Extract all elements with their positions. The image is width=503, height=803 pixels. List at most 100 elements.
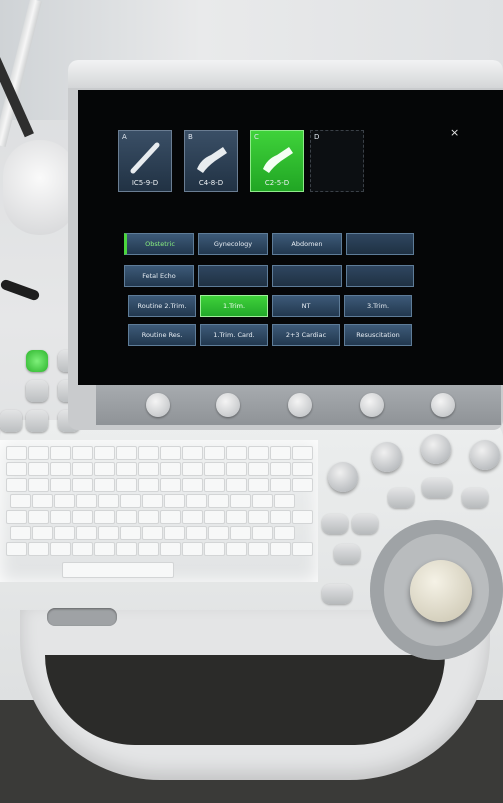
keyboard-key[interactable]	[248, 542, 269, 556]
probe-tile-d[interactable]: D	[310, 130, 364, 192]
keyboard-key[interactable]	[182, 462, 203, 476]
keyboard-key[interactable]	[186, 494, 207, 508]
preset-routine-res[interactable]: Routine Res.	[128, 324, 196, 346]
keyboard-key[interactable]	[54, 526, 75, 540]
keyboard-key[interactable]	[292, 446, 313, 460]
keyboard-key[interactable]	[50, 478, 71, 492]
keyboard-key[interactable]	[164, 494, 185, 508]
keyboard-key[interactable]	[116, 510, 137, 524]
probe-tile-b[interactable]: B C4-8-D	[184, 130, 238, 192]
keyboard-key[interactable]	[50, 542, 71, 556]
keyboard-key[interactable]	[28, 478, 49, 492]
keyboard-key[interactable]	[252, 494, 273, 508]
keyboard-key[interactable]	[116, 446, 137, 460]
keyboard-key[interactable]	[98, 526, 119, 540]
keyboard-key[interactable]	[226, 446, 247, 460]
keyboard-key[interactable]	[160, 510, 181, 524]
keyboard-key[interactable]	[270, 542, 291, 556]
keyboard-key[interactable]	[28, 462, 49, 476]
preset-abdomen[interactable]: Abdomen	[272, 233, 342, 255]
keyboard-key[interactable]	[32, 494, 53, 508]
keyboard-key[interactable]	[270, 462, 291, 476]
keyboard-key[interactable]	[248, 462, 269, 476]
keyboard-key[interactable]	[204, 542, 225, 556]
keyboard-key[interactable]	[138, 446, 159, 460]
control-button[interactable]	[322, 584, 352, 604]
control-button[interactable]	[422, 478, 452, 498]
keyboard-key[interactable]	[204, 446, 225, 460]
keyboard-key[interactable]	[6, 478, 27, 492]
preset-nt[interactable]: NT	[272, 295, 340, 317]
keyboard-key[interactable]	[28, 542, 49, 556]
keyboard-key[interactable]	[120, 526, 141, 540]
keyboard-key[interactable]	[116, 462, 137, 476]
keyboard-key[interactable]	[182, 542, 203, 556]
rotary-knob[interactable]	[431, 393, 455, 417]
keyboard-key[interactable]	[50, 462, 71, 476]
preset-3-trim[interactable]: 3.Trim.	[344, 295, 412, 317]
keyboard-key[interactable]	[94, 542, 115, 556]
keyboard-key[interactable]	[230, 494, 251, 508]
keyboard-key[interactable]	[204, 478, 225, 492]
keyboard-key[interactable]	[72, 462, 93, 476]
keyboard-key[interactable]	[94, 510, 115, 524]
keyboard-key[interactable]	[76, 494, 97, 508]
keyboard-key[interactable]	[50, 510, 71, 524]
preset-empty[interactable]	[272, 265, 342, 287]
preset-2-3-cardiac[interactable]: 2+3 Cardiac	[272, 324, 340, 346]
keyboard-key[interactable]	[72, 446, 93, 460]
keyboard-key[interactable]	[226, 462, 247, 476]
keyboard-key[interactable]	[116, 542, 137, 556]
control-knob[interactable]	[470, 440, 500, 470]
spacebar-key[interactable]	[62, 562, 174, 578]
keyboard-key[interactable]	[72, 510, 93, 524]
control-button[interactable]	[462, 488, 488, 508]
keyboard-key[interactable]	[292, 542, 313, 556]
keyboard-key[interactable]	[204, 510, 225, 524]
side-button[interactable]	[26, 410, 48, 432]
preset-gynecology[interactable]: Gynecology	[198, 233, 268, 255]
control-knob[interactable]	[372, 442, 402, 472]
keyboard-key[interactable]	[252, 526, 273, 540]
keyboard-key[interactable]	[138, 478, 159, 492]
keyboard-key[interactable]	[28, 510, 49, 524]
keyboard-key[interactable]	[6, 446, 27, 460]
control-knob[interactable]	[421, 434, 451, 464]
keyboard-key[interactable]	[76, 526, 97, 540]
preset-1-trim[interactable]: 1.Trim.	[200, 295, 268, 317]
keyboard-key[interactable]	[182, 478, 203, 492]
keyboard-key[interactable]	[226, 510, 247, 524]
preset-obstetric[interactable]: Obstetric	[124, 233, 194, 255]
rotary-knob[interactable]	[288, 393, 312, 417]
rotary-knob[interactable]	[360, 393, 384, 417]
keyboard-key[interactable]	[164, 526, 185, 540]
control-knob[interactable]	[328, 462, 358, 492]
side-button[interactable]	[26, 380, 48, 402]
keyboard-key[interactable]	[248, 478, 269, 492]
keyboard-key[interactable]	[292, 462, 313, 476]
trackball[interactable]	[410, 560, 472, 622]
preset-empty[interactable]	[346, 233, 414, 255]
keyboard-key[interactable]	[248, 510, 269, 524]
keyboard-key[interactable]	[160, 446, 181, 460]
keyboard-key[interactable]	[6, 542, 27, 556]
keyboard-key[interactable]	[274, 526, 295, 540]
keyboard-key[interactable]	[94, 462, 115, 476]
preset-resuscitation[interactable]: Resuscitation	[344, 324, 412, 346]
keyboard-key[interactable]	[120, 494, 141, 508]
preset-routine-2-trim[interactable]: Routine 2.Trim.	[128, 295, 196, 317]
keyboard-key[interactable]	[226, 478, 247, 492]
keyboard-key[interactable]	[248, 446, 269, 460]
keyboard-key[interactable]	[160, 478, 181, 492]
keyboard-key[interactable]	[274, 494, 295, 508]
keyboard-key[interactable]	[6, 510, 27, 524]
keyboard-key[interactable]	[94, 446, 115, 460]
control-button[interactable]	[322, 514, 348, 534]
keyboard-key[interactable]	[138, 542, 159, 556]
keyboard-key[interactable]	[10, 494, 31, 508]
keyboard-key[interactable]	[94, 478, 115, 492]
keyboard-key[interactable]	[182, 446, 203, 460]
close-icon[interactable]: ×	[450, 126, 459, 139]
keyboard-key[interactable]	[138, 510, 159, 524]
keyboard-key[interactable]	[160, 542, 181, 556]
